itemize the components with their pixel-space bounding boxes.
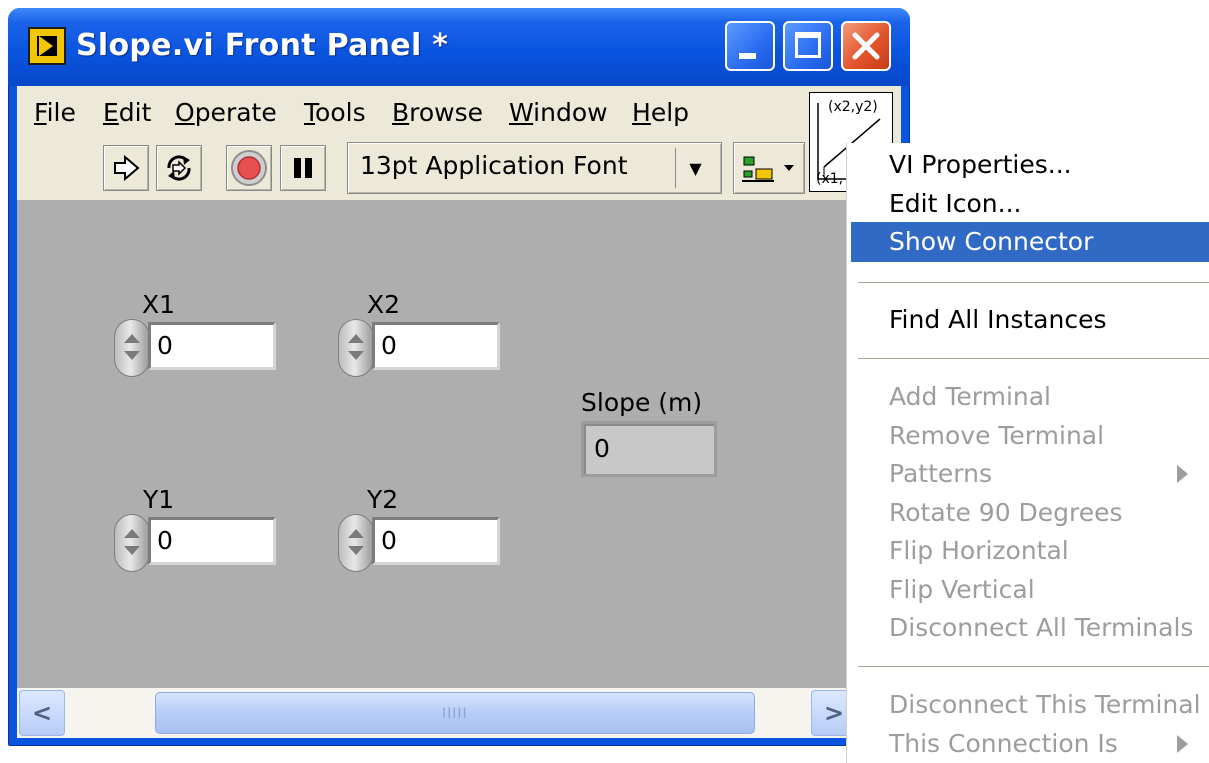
- menu-item-rotate-90-degrees[interactable]: Rotate 90 Degrees: [889, 498, 1123, 527]
- menu-separator: [858, 666, 1209, 668]
- menu-item-this-connection-is[interactable]: This Connection Is: [889, 729, 1118, 758]
- align-objects-icon: [742, 156, 794, 182]
- close-icon: [852, 32, 880, 60]
- menu-item-show-connector[interactable]: Show Connector: [889, 227, 1093, 256]
- submenu-arrow-icon: [1177, 735, 1188, 753]
- run-continuously-icon: [167, 155, 191, 181]
- menu-separator: [858, 282, 1209, 284]
- menu-window[interactable]: Window: [509, 98, 608, 127]
- menu-item-find-all-instances[interactable]: Find All Instances: [889, 305, 1106, 334]
- vi-icon-top-label: (x2,y2): [828, 99, 878, 115]
- chevron-right-icon: >: [823, 699, 845, 727]
- x1-increment-decrement[interactable]: [114, 319, 150, 377]
- menu-item-disconnect-this-terminal[interactable]: Disconnect This Terminal: [889, 690, 1201, 719]
- x2-numeric-control[interactable]: 0: [372, 322, 500, 370]
- abort-button[interactable]: [226, 145, 272, 191]
- y1-numeric-control[interactable]: 0: [148, 517, 276, 565]
- x2-label: X2: [367, 290, 401, 319]
- front-panel-area: [17, 200, 901, 688]
- run-button[interactable]: [103, 145, 149, 191]
- y1-label: Y1: [143, 485, 175, 514]
- abort-icon: [231, 150, 267, 186]
- submenu-arrow-icon: [1177, 465, 1188, 483]
- scroll-left-button[interactable]: <: [19, 690, 65, 736]
- vi-icon-bottom-label: (x1,: [816, 171, 844, 187]
- x1-numeric-control[interactable]: 0: [148, 322, 276, 370]
- y1-increment-decrement[interactable]: [114, 514, 150, 572]
- y2-increment-decrement[interactable]: [338, 514, 374, 572]
- font-select-value: 13pt Application Font: [360, 151, 628, 180]
- run-arrow-icon: [114, 154, 140, 182]
- menu-tools[interactable]: Tools: [304, 98, 366, 127]
- menu-file[interactable]: File: [34, 98, 76, 127]
- chevron-down-icon[interactable]: ▼: [675, 148, 715, 188]
- align-objects-button[interactable]: [733, 142, 805, 194]
- x1-label: X1: [142, 290, 176, 319]
- run-continuously-button[interactable]: [156, 145, 202, 191]
- x2-increment-decrement[interactable]: [338, 319, 374, 377]
- y2-label: Y2: [367, 485, 399, 514]
- close-button[interactable]: [841, 21, 891, 71]
- menu-item-remove-terminal[interactable]: Remove Terminal: [889, 421, 1104, 450]
- menu-item-patterns[interactable]: Patterns: [889, 459, 992, 488]
- window-title: Slope.vi Front Panel *: [76, 28, 449, 63]
- menu-item-flip-horizontal[interactable]: Flip Horizontal: [889, 536, 1069, 565]
- pause-button[interactable]: [280, 145, 326, 191]
- maximize-button[interactable]: [783, 21, 833, 71]
- menu-browse[interactable]: Browse: [392, 98, 483, 127]
- menu-item-edit-icon[interactable]: Edit Icon...: [889, 189, 1021, 218]
- slope-numeric-indicator: 0: [581, 421, 717, 477]
- menu-item-disconnect-all-terminals[interactable]: Disconnect All Terminals: [889, 613, 1193, 642]
- menu-edit[interactable]: Edit: [103, 98, 151, 127]
- labview-vi-icon[interactable]: [28, 27, 66, 65]
- chevron-left-icon: <: [31, 699, 53, 727]
- y2-numeric-control[interactable]: 0: [372, 517, 500, 565]
- menu-help[interactable]: Help: [632, 98, 689, 127]
- scroll-grip-icon: IIIII: [442, 706, 468, 722]
- menu-item-flip-vertical[interactable]: Flip Vertical: [889, 575, 1035, 604]
- maximize-icon: [795, 32, 821, 58]
- minimize-icon: [739, 53, 756, 59]
- menu-separator: [858, 358, 1209, 360]
- menu-item-add-terminal[interactable]: Add Terminal: [889, 382, 1051, 411]
- menu-item-vi-properties[interactable]: VI Properties...: [889, 150, 1072, 179]
- minimize-button[interactable]: [725, 21, 775, 71]
- slope-label: Slope (m): [581, 388, 703, 417]
- pause-icon: [294, 158, 312, 178]
- menu-operate[interactable]: Operate: [175, 98, 277, 127]
